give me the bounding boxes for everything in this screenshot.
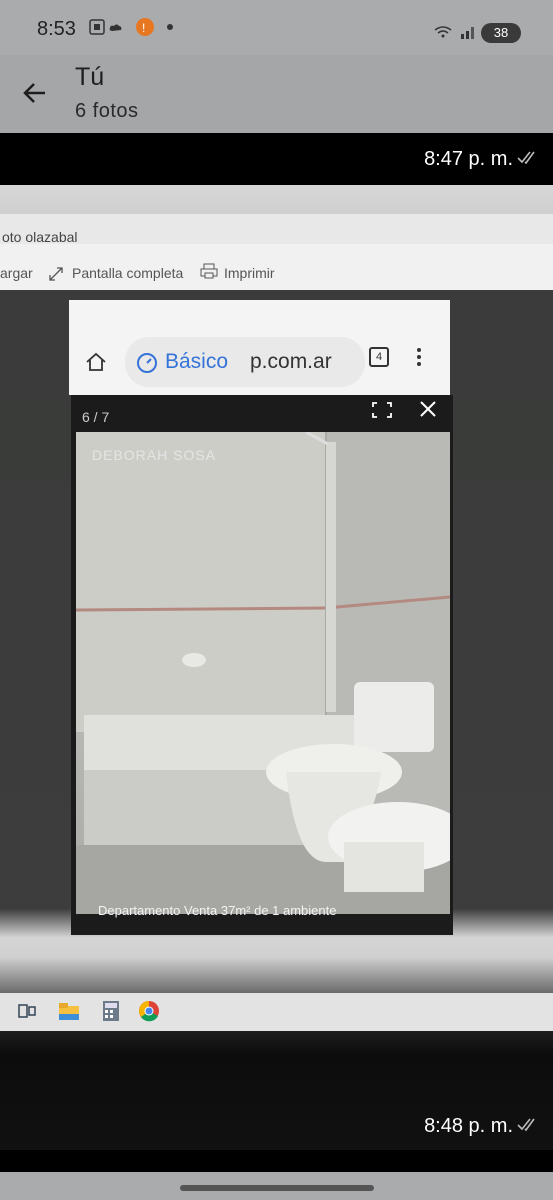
status-notification-icons: ! bbox=[88, 18, 178, 41]
fullscreen-icon bbox=[48, 266, 64, 287]
signal-icon bbox=[433, 24, 478, 45]
lite-mode-label: Básico bbox=[165, 350, 229, 373]
print-label: Imprimir bbox=[224, 265, 275, 281]
status-time: 8:53 bbox=[37, 18, 76, 40]
calculator-icon bbox=[100, 1000, 122, 1022]
pc-taskbar bbox=[0, 993, 553, 1031]
home-icon bbox=[84, 350, 108, 374]
listing-caption: Departamento Venta 37m² de 1 ambiente bbox=[98, 903, 337, 918]
watermark: DEBORAH SOSA bbox=[92, 447, 217, 463]
message-time: 8:48 p. m. bbox=[424, 1115, 513, 1137]
contact-name: Tú bbox=[75, 63, 105, 91]
close-icon bbox=[419, 400, 437, 418]
home-gesture-pill[interactable] bbox=[180, 1185, 374, 1191]
download-label: argar bbox=[0, 265, 33, 281]
pc-window-tab bbox=[0, 214, 553, 244]
gauge-icon bbox=[136, 352, 158, 374]
svg-text:!: ! bbox=[142, 21, 145, 35]
double-check-icon bbox=[517, 150, 539, 166]
pc-tab-title: oto olazabal bbox=[2, 229, 78, 245]
task-view-icon bbox=[16, 1000, 38, 1022]
more-icon bbox=[416, 347, 422, 367]
image-counter: 6 / 7 bbox=[82, 409, 110, 425]
print-icon bbox=[200, 262, 218, 285]
chrome-icon bbox=[138, 1000, 160, 1022]
url-text: p.com.ar bbox=[250, 350, 332, 373]
tab-count: 4 bbox=[369, 347, 389, 367]
bathroom-photo bbox=[76, 432, 450, 914]
fullscreen-label: Pantalla completa bbox=[72, 265, 184, 281]
file-explorer-icon bbox=[58, 1000, 80, 1022]
expand-icon bbox=[372, 402, 392, 418]
battery-icon: 38 bbox=[481, 23, 521, 43]
message-time: 8:47 p. m. bbox=[424, 148, 513, 170]
photo-count: 6 fotos bbox=[75, 100, 139, 122]
double-check-icon bbox=[517, 1117, 539, 1133]
back-arrow-icon[interactable] bbox=[20, 78, 50, 108]
